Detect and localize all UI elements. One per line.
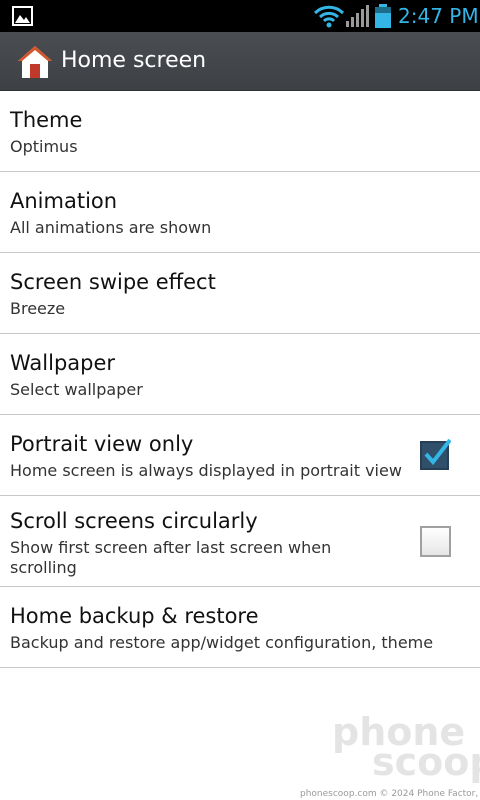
signal-icon [346,5,369,27]
setting-summary: Backup and restore app/widget configurat… [10,633,434,652]
watermark-credit: phonescoop.com © 2024 Phone Factor, LLC [300,789,480,799]
scroll-circularly-checkbox[interactable] [420,526,451,557]
home-icon[interactable] [16,44,54,80]
setting-summary: Optimus [10,137,78,156]
setting-theme[interactable]: Theme Optimus [0,91,480,172]
setting-summary: Select wallpaper [10,380,143,399]
setting-screen-swipe-effect[interactable]: Screen swipe effect Breeze [0,253,480,334]
setting-home-backup-restore[interactable]: Home backup & restore Backup and restore… [0,587,480,668]
setting-portrait-view-only[interactable]: Portrait view only Home screen is always… [0,415,480,496]
status-time: 2:47 PM [398,4,479,28]
setting-title: Animation [10,189,118,213]
setting-scroll-screens-circularly[interactable]: Scroll screens circularly Show first scr… [0,496,480,587]
setting-summary-line2: scrolling [10,558,77,577]
battery-icon [375,4,391,28]
watermark-line2: scoop [372,740,480,784]
setting-summary: All animations are shown [10,218,212,237]
setting-summary: Breeze [10,299,66,318]
setting-title: Home backup & restore [10,604,259,628]
setting-animation[interactable]: Animation All animations are shown [0,172,480,253]
status-bar: 2:47 PM [0,0,480,32]
setting-summary-line1: Show first screen after last screen when [10,538,332,557]
portrait-view-checkbox[interactable] [420,439,451,470]
setting-title: Scroll screens circularly [10,509,258,533]
settings-list: Theme Optimus Animation All animations a… [0,91,480,668]
action-bar: Home screen [0,32,480,91]
setting-summary: Home screen is always displayed in portr… [10,461,402,480]
setting-title: Theme [10,108,83,132]
wifi-icon [313,5,345,28]
gallery-icon [12,6,33,26]
setting-title: Portrait view only [10,432,194,456]
setting-wallpaper[interactable]: Wallpaper Select wallpaper [0,334,480,415]
watermark-logo: phone scoop [326,712,480,784]
page-title: Home screen [61,48,207,73]
setting-title: Wallpaper [10,351,116,375]
setting-title: Screen swipe effect [10,270,216,294]
